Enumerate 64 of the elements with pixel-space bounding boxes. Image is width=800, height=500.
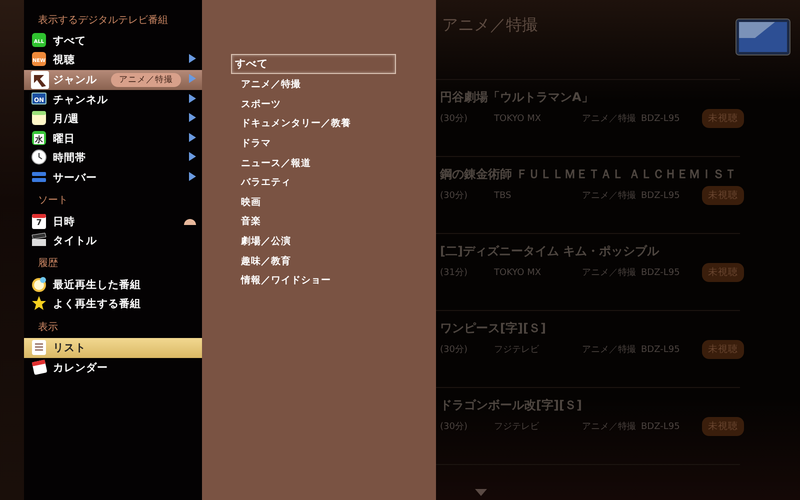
- genre-option[interactable]: 趣味／教育: [231, 251, 396, 271]
- genre-option[interactable]: アニメ／特撮: [231, 75, 396, 95]
- section-heading: 表示: [38, 322, 58, 333]
- channel-name: フジテレビ: [494, 344, 540, 356]
- channel-name: TOKYO MX: [494, 268, 542, 278]
- genre-option[interactable]: 劇場／公演: [231, 232, 396, 252]
- genre-option[interactable]: ドキュメンタリー／教養: [231, 114, 396, 134]
- genre-option[interactable]: スポーツ: [231, 94, 396, 114]
- duration-text: (30分): [440, 190, 468, 202]
- sidebar-item[interactable]: タイトル: [24, 231, 202, 251]
- list-icon: [31, 338, 49, 357]
- scroll-down-icon: [475, 489, 487, 496]
- genre-text: アニメ／特撮: [582, 112, 637, 125]
- submenu-arrow-icon: [189, 132, 196, 142]
- section-heading: ソート: [38, 196, 68, 206]
- sidebar-item[interactable]: 月/週: [24, 109, 202, 129]
- recorder-name: BDZ-L95: [641, 344, 681, 354]
- sidebar-item[interactable]: 時間帯: [24, 148, 202, 168]
- channel-name: フジテレビ: [494, 420, 540, 433]
- recorder-name: BDZ-L95: [641, 268, 681, 278]
- sidebar-item[interactable]: 最近再生した番組: [24, 274, 202, 295]
- sidebar-item[interactable]: サーバー: [24, 168, 202, 188]
- sort-indicator-icon: [184, 218, 196, 225]
- genre-option[interactable]: 映画: [231, 192, 396, 212]
- clock-icon: [31, 276, 49, 294]
- genre-text: アニメ／特撮: [582, 266, 637, 279]
- sidebar-item[interactable]: カレンダー: [24, 358, 202, 378]
- recorder-name: BDZ-L95: [641, 422, 681, 432]
- submenu-arrow-icon: [189, 152, 196, 162]
- genre-option[interactable]: 情報／ワイドショー: [231, 270, 396, 291]
- duration-text: (31分): [440, 266, 468, 279]
- genre-option[interactable]: ドラマ: [231, 134, 396, 154]
- submenu-arrow-icon: [189, 54, 196, 64]
- sidebar-item[interactable]: ジャンル アニメ／特撮: [24, 70, 202, 90]
- calendar-icon: 水: [31, 130, 49, 148]
- genre-text: アニメ／特撮: [582, 344, 637, 356]
- duration-text: (30分): [440, 344, 468, 356]
- sidebar-item[interactable]: 7 日時: [24, 212, 202, 232]
- channel-name: TOKYO MX: [494, 114, 542, 124]
- duration-text: (30分): [440, 420, 468, 433]
- submenu-arrow-icon: [189, 172, 196, 181]
- recorder-name: BDZ-L95: [641, 114, 681, 124]
- genre-option[interactable]: バラエティ: [231, 172, 396, 193]
- genre-text: アニメ／特撮: [582, 420, 637, 433]
- duration-text: (30分): [440, 112, 468, 125]
- submenu-arrow-icon: [189, 113, 196, 122]
- list-title: アニメ／特撮: [442, 15, 538, 36]
- sidebar-item[interactable]: 水 曜日: [24, 128, 202, 149]
- genre-option[interactable]: すべて: [231, 54, 396, 74]
- genre-badge: アニメ／特撮: [111, 72, 181, 87]
- monitor-icon: [735, 18, 791, 58]
- sidebar-item[interactable]: よく再生する番組: [24, 294, 202, 314]
- clock-icon: [31, 149, 49, 168]
- genre-option[interactable]: ニュース／報道: [231, 153, 396, 173]
- recorder-name: BDZ-L95: [641, 190, 681, 200]
- channel-name: TBS: [494, 190, 512, 200]
- calendar-icon: 7: [31, 212, 49, 231]
- genre-option[interactable]: 音楽: [231, 212, 396, 232]
- submenu-arrow-icon: [189, 94, 196, 103]
- section-heading: 履歴: [38, 259, 58, 270]
- genre-text: アニメ／特撮: [582, 190, 637, 202]
- sidebar-item[interactable]: リスト: [24, 338, 202, 358]
- section-heading: 表示するデジタルテレビ番組: [38, 16, 168, 26]
- submenu-arrow-icon: [189, 74, 196, 83]
